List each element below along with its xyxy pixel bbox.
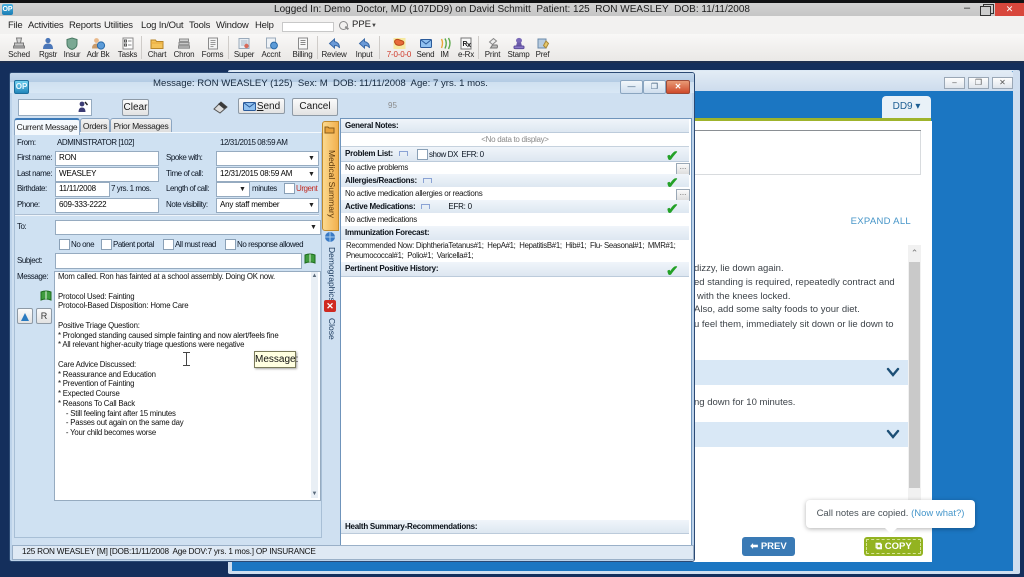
svg-text:R: R [463, 41, 468, 48]
